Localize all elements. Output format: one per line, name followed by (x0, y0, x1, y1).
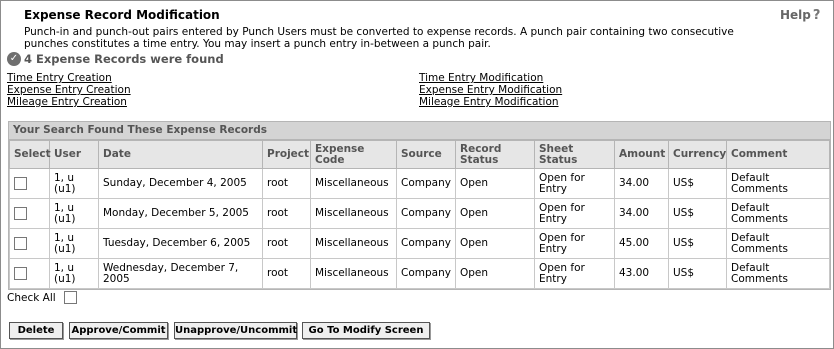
table-row: 1, u (u1) Tuesday, December 6, 2005 root… (9, 228, 830, 259)
cell-sheet-status: Open for Entry (534, 228, 615, 259)
expense-records-table: Your Search Found These Expense Records … (8, 121, 831, 290)
cell-expense-code: Miscellaneous (310, 198, 397, 229)
cell-user: 1, u (u1) (49, 228, 99, 259)
cell-amount: 34.00 (614, 168, 669, 199)
row-select-checkbox[interactable] (14, 207, 27, 220)
cell-date: Monday, December 5, 2005 (98, 198, 263, 229)
unapprove-uncommit-button[interactable]: Unapprove/Uncommit (174, 322, 297, 339)
found-message: ✓ 4 Expense Records were found (7, 52, 224, 66)
col-expense-code: Expense Code (310, 140, 397, 169)
cell-comment: Default Comments (726, 228, 830, 259)
check-all: Check All (7, 291, 77, 304)
check-circle-icon: ✓ (7, 52, 21, 66)
cell-project: root (262, 228, 311, 259)
cell-project: root (262, 168, 311, 199)
check-all-label: Check All (7, 291, 56, 304)
cell-user: 1, u (u1) (49, 168, 99, 199)
found-message-text: 4 Expense Records were found (24, 52, 224, 66)
cell-comment: Default Comments (726, 168, 830, 199)
col-sheet-status: Sheet Status (534, 140, 615, 169)
cell-currency: US$ (668, 228, 727, 259)
cell-user: 1, u (u1) (49, 198, 99, 229)
cell-date: Wednesday, December 7, 2005 (98, 258, 263, 289)
cell-currency: US$ (668, 198, 727, 229)
col-date: Date (98, 140, 263, 169)
go-to-modify-screen-button[interactable]: Go To Modify Screen (302, 322, 430, 339)
delete-button[interactable]: Delete (9, 322, 63, 339)
table-caption: Your Search Found These Expense Records (9, 122, 830, 140)
col-select: Select (9, 140, 51, 169)
help-question-icon[interactable]: ? (813, 8, 821, 23)
cell-expense-code: Miscellaneous (310, 228, 397, 259)
cell-source: Company (396, 258, 456, 289)
row-select-checkbox[interactable] (14, 267, 27, 280)
cell-currency: US$ (668, 258, 727, 289)
cell-expense-code: Miscellaneous (310, 258, 397, 289)
cell-expense-code: Miscellaneous (310, 168, 397, 199)
cell-project: root (262, 258, 311, 289)
row-select-checkbox[interactable] (14, 177, 27, 190)
cell-sheet-status: Open for Entry (534, 168, 615, 199)
cell-currency: US$ (668, 168, 727, 199)
approve-commit-button[interactable]: Approve/Commit (69, 322, 168, 339)
row-select-checkbox[interactable] (14, 237, 27, 250)
link-time-entry-modification[interactable]: Time Entry Modification (419, 72, 562, 84)
cell-date: Tuesday, December 6, 2005 (98, 228, 263, 259)
cell-amount: 43.00 (614, 258, 669, 289)
table-header-row: Select User Date Project Expense Code So… (9, 140, 830, 169)
cell-amount: 45.00 (614, 228, 669, 259)
cell-sheet-status: Open for Entry (534, 258, 615, 289)
col-comment: Comment (726, 140, 830, 169)
col-source: Source (396, 140, 456, 169)
link-time-entry-creation[interactable]: Time Entry Creation (7, 72, 131, 84)
page-description: Punch-in and punch-out pairs entered by … (24, 26, 734, 50)
links-right: Time Entry Modification Expense Entry Mo… (419, 72, 562, 108)
link-expense-entry-modification[interactable]: Expense Entry Modification (419, 84, 562, 96)
help-link[interactable]: Help? (780, 8, 820, 23)
page-title: Expense Record Modification (24, 8, 220, 22)
cell-record-status: Open (455, 228, 535, 259)
check-all-checkbox[interactable] (63, 291, 77, 304)
col-currency: Currency (668, 140, 727, 169)
table-row: 1, u (u1) Sunday, December 4, 2005 root … (9, 168, 830, 199)
table-row: 1, u (u1) Monday, December 5, 2005 root … (9, 198, 830, 229)
table-row: 1, u (u1) Wednesday, December 7, 2005 ro… (9, 258, 830, 289)
cell-source: Company (396, 168, 456, 199)
link-mileage-entry-modification[interactable]: Mileage Entry Modification (419, 96, 562, 108)
cell-record-status: Open (455, 258, 535, 289)
help-label[interactable]: Help (780, 8, 811, 22)
cell-source: Company (396, 198, 456, 229)
page-frame: Expense Record Modification Help? Punch-… (0, 0, 834, 349)
cell-source: Company (396, 228, 456, 259)
cell-comment: Default Comments (726, 258, 830, 289)
cell-date: Sunday, December 4, 2005 (98, 168, 263, 199)
cell-project: root (262, 198, 311, 229)
cell-amount: 34.00 (614, 198, 669, 229)
link-expense-entry-creation[interactable]: Expense Entry Creation (7, 84, 131, 96)
links-left: Time Entry Creation Expense Entry Creati… (7, 72, 131, 108)
cell-sheet-status: Open for Entry (534, 198, 615, 229)
link-mileage-entry-creation[interactable]: Mileage Entry Creation (7, 96, 131, 108)
col-project: Project (262, 140, 311, 169)
col-record-status: Record Status (455, 140, 535, 169)
col-amount: Amount (614, 140, 669, 169)
col-user: User (49, 140, 99, 169)
cell-record-status: Open (455, 168, 535, 199)
cell-comment: Default Comments (726, 198, 830, 229)
cell-user: 1, u (u1) (49, 258, 99, 289)
cell-record-status: Open (455, 198, 535, 229)
